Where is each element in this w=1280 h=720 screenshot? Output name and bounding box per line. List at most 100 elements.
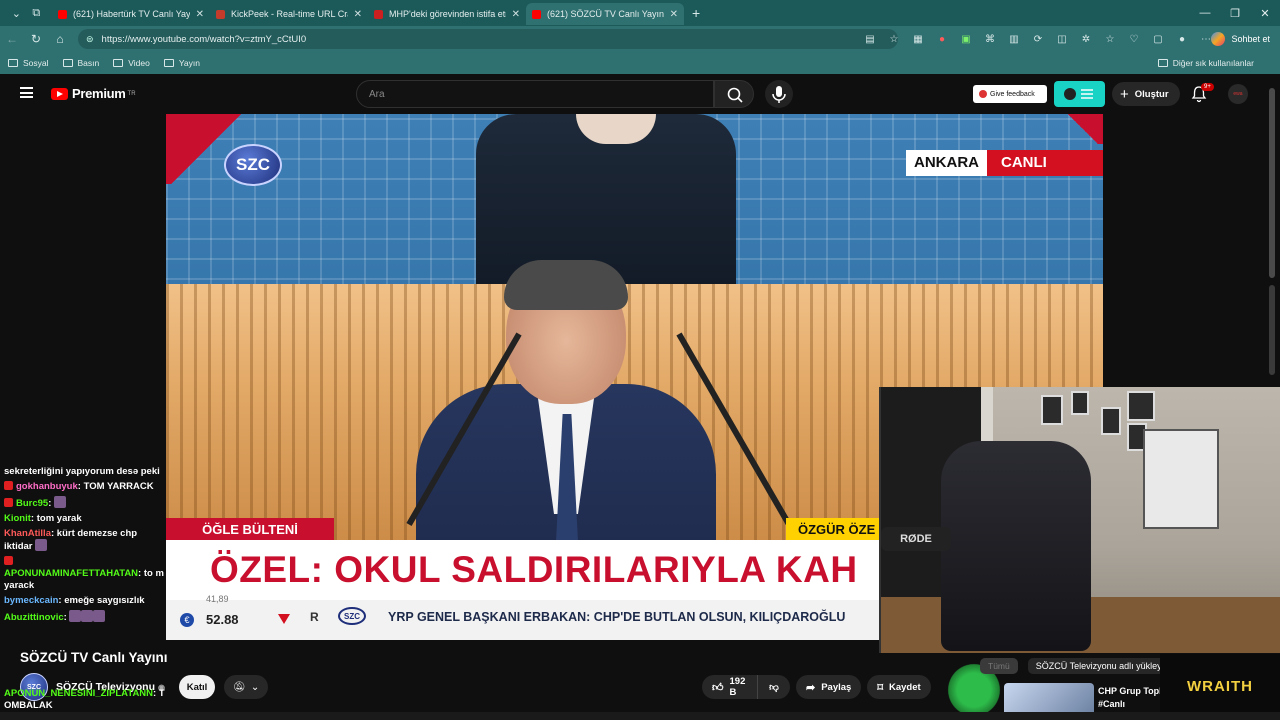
- browser-tab-1[interactable]: (621) Habertürk TV Canlı Yayını ✕: [52, 3, 210, 25]
- tab-actions: ⌄ ⧉: [0, 0, 52, 26]
- maximize-icon[interactable]: ❐: [1220, 7, 1250, 20]
- chat-username: Kionit: [4, 512, 31, 524]
- dislike-button[interactable]: 👎︎: [758, 675, 790, 699]
- youtube-favicon-icon: [58, 9, 67, 19]
- extension-2-icon[interactable]: ●: [930, 34, 954, 45]
- search-button[interactable]: [714, 80, 754, 108]
- user-avatar[interactable]: ewa: [1228, 84, 1248, 104]
- bookmark-folder[interactable]: Video: [113, 58, 150, 68]
- chat-message: gokhanbuyuk: TOM YARRACK: [4, 480, 168, 493]
- live-chat-overlay: sekreterliğini yapıyorum desə peki gokha…: [4, 466, 168, 627]
- bottom-bar: [0, 712, 1280, 720]
- folder-icon: [8, 59, 18, 67]
- address-bar-row: ← ↻ ⌂ ⊜ https://www.youtube.com/watch?v=…: [0, 26, 1280, 52]
- like-button[interactable]: 👍︎ 192 B: [702, 675, 758, 699]
- extension-1-icon[interactable]: ▦: [906, 34, 930, 45]
- wall-photo: [1071, 391, 1089, 415]
- tab-close-icon[interactable]: ✕: [196, 9, 204, 20]
- split-screen-icon[interactable]: ◫: [1050, 34, 1074, 45]
- tab-close-icon[interactable]: ✕: [670, 9, 678, 20]
- page-scrollbar[interactable]: [1269, 88, 1275, 278]
- chat-text: sekreterliğini yapıyorum desə peki: [4, 466, 160, 477]
- chevron-down-icon: ⌄: [250, 681, 260, 693]
- microphone-icon: [772, 86, 786, 103]
- youtube-favicon-icon: [532, 9, 541, 19]
- heart-icon[interactable]: ♡: [1122, 34, 1146, 45]
- subscriber-badge-icon: [4, 556, 13, 566]
- search-input[interactable]: [357, 81, 697, 107]
- give-feedback-button[interactable]: Give feedback: [973, 85, 1047, 103]
- live-label: CANLI: [987, 150, 1103, 176]
- chip-channel-uploads[interactable]: SÖZCÜ Televizyonu adlı yükley: [1027, 658, 1170, 674]
- related-title-text: CHP Grup Topl: [1098, 686, 1162, 696]
- url-field[interactable]: ⊜ https://www.youtube.com/watch?v=ztmY_c…: [78, 29, 898, 49]
- menu-icon[interactable]: [20, 87, 33, 98]
- extensions-icon[interactable]: ✲: [1074, 34, 1098, 45]
- notification-settings-button[interactable]: 🔕︎ ⌄: [224, 675, 268, 699]
- logo-text: Premium: [72, 86, 126, 101]
- reload-icon[interactable]: ↻: [24, 32, 48, 46]
- related-video-title[interactable]: CHP Grup Topl #Canlı: [1098, 685, 1162, 710]
- back-icon[interactable]: ←: [0, 32, 24, 46]
- profile-icon[interactable]: ●: [1170, 34, 1194, 45]
- tab-close-icon[interactable]: ✕: [512, 9, 520, 20]
- ticker-text: YRP GENEL BAŞKANI ERBAKAN: CHP'DE BUTLAN…: [388, 610, 846, 624]
- location-label: ANKARA: [906, 150, 987, 176]
- logo-country: TR: [127, 90, 136, 97]
- thumbs-down-icon: 👎︎: [769, 682, 779, 693]
- new-tab-icon[interactable]: +: [692, 5, 700, 21]
- location-banner: ANKARA CANLI: [906, 150, 1103, 176]
- window-controls: — ❐ ✕: [1190, 0, 1280, 26]
- copilot-chat-button[interactable]: Sohbet et: [1211, 30, 1270, 48]
- extension-icons: ▤ ☆ ▦ ● ▣ ⌘ ▥ ⟳ ◫ ✲ ☆ ♡ ▢ ● ⋯: [858, 29, 1218, 49]
- youtube-logo[interactable]: Premium TR: [51, 86, 136, 101]
- subscriber-badge-icon: [4, 497, 13, 507]
- close-window-icon[interactable]: ✕: [1250, 7, 1280, 20]
- create-label: Oluştur: [1134, 88, 1169, 100]
- chat-username: Abuzittinovic: [4, 611, 64, 623]
- favorites-icon[interactable]: ☆: [1098, 34, 1122, 45]
- share-icon: ➦: [806, 681, 816, 694]
- bookmark-label: Basın: [77, 58, 100, 68]
- kickpeek-favicon-icon: [216, 9, 225, 19]
- chat-message: APONUNAMINAFETTAHATAN: to m yarack: [4, 556, 168, 592]
- other-favorites[interactable]: Diğer sık kullanılanlar: [1157, 52, 1254, 74]
- wall-photo: [1127, 391, 1155, 421]
- emote-icon: [54, 495, 67, 508]
- extension-3-icon[interactable]: ▣: [954, 34, 978, 45]
- bookmark-folder[interactable]: Basın: [62, 58, 100, 68]
- video-actions: 👍︎ 192 B 👎︎ ➦ Paylaş ⌑ Kaydet: [702, 675, 931, 699]
- site-info-icon[interactable]: ⊜: [86, 34, 94, 45]
- watermark-text: SZC: [236, 155, 270, 174]
- wall-photo: [1101, 407, 1121, 435]
- workspaces-icon[interactable]: ⧉: [32, 7, 40, 20]
- extension-button[interactable]: [1054, 81, 1105, 107]
- home-icon[interactable]: ⌂: [48, 32, 72, 46]
- bookmark-folder[interactable]: Yayın: [163, 58, 200, 68]
- chat-message: APONUN_NENESINI_ZIPLATANN: T OMBALAK: [4, 688, 165, 711]
- extension-4-icon[interactable]: ▥: [1002, 34, 1026, 45]
- share-button[interactable]: ➦ Paylaş: [796, 675, 862, 699]
- chat-username: bymeckcain: [4, 594, 59, 606]
- collections-icon[interactable]: ▢: [1146, 34, 1170, 45]
- extension-5-icon[interactable]: ⟳: [1026, 34, 1050, 45]
- chip-all[interactable]: Tümü: [980, 658, 1018, 674]
- read-mode-icon[interactable]: ▤: [858, 34, 882, 45]
- bookmark-folder[interactable]: Sosyal: [8, 58, 49, 68]
- tab-menu-icon[interactable]: ⌄: [12, 7, 21, 20]
- browser-tab-4[interactable]: (621) SÖZCÜ TV Canlı Yayını ✕: [526, 3, 684, 25]
- minimize-icon[interactable]: —: [1190, 7, 1220, 19]
- channel-watermark-logo: SZC: [224, 144, 282, 186]
- tab-close-icon[interactable]: ✕: [354, 9, 362, 20]
- join-button[interactable]: Katıl: [179, 675, 215, 699]
- voice-search-button[interactable]: [765, 80, 793, 108]
- translate-icon[interactable]: ⌘: [978, 34, 1002, 45]
- save-button[interactable]: ⌑ Kaydet: [867, 675, 931, 699]
- create-button[interactable]: + Oluştur: [1112, 82, 1180, 106]
- favorite-star-icon[interactable]: ☆: [882, 34, 906, 45]
- browser-tab-3[interactable]: MHP'deki görevinden istifa etmiş ✕: [368, 3, 526, 25]
- tab-label: (621) SÖZCÜ TV Canlı Yayını: [547, 9, 664, 19]
- bookmark-icon: ⌑: [877, 681, 883, 694]
- browser-tab-2[interactable]: KickPeek - Real-time URL Crawler ✕: [210, 3, 368, 25]
- ticker-prev-value: 41,89: [206, 594, 229, 604]
